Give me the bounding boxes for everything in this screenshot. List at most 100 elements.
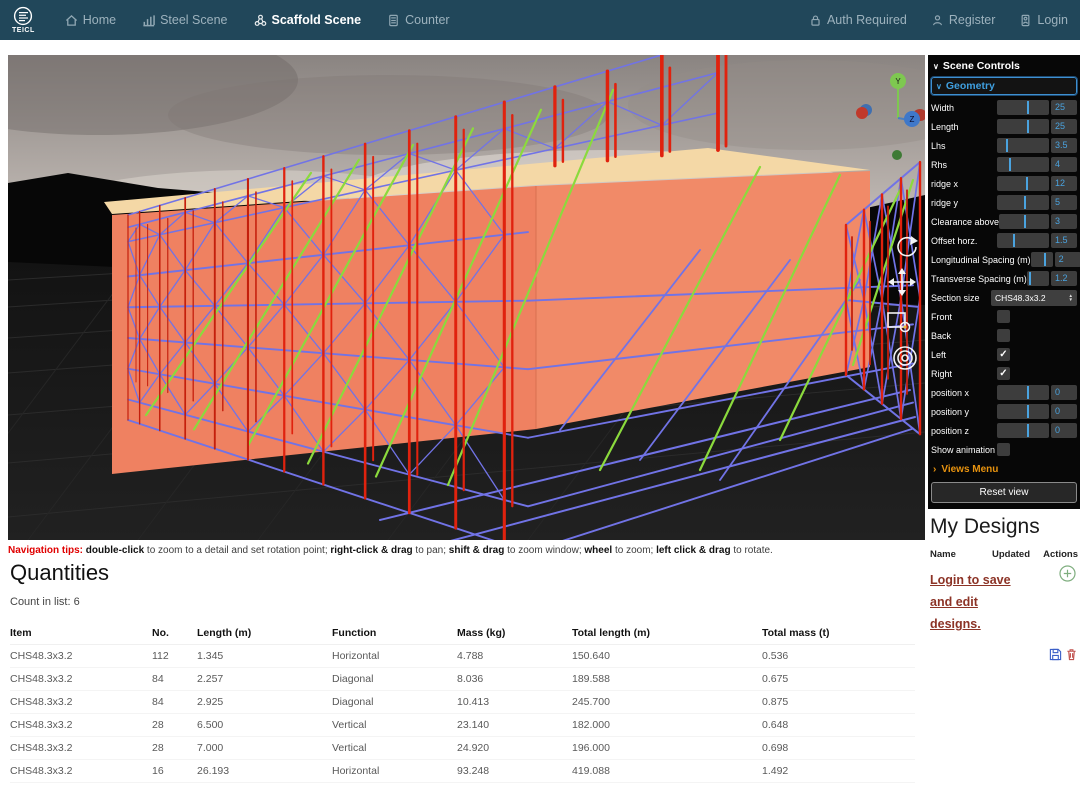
slider-handle[interactable] [1024,215,1026,228]
viewport-3d-canvas[interactable]: Y Z [8,55,925,540]
slider-handle[interactable] [1024,196,1026,209]
slider-row: Rhs 4 [931,156,1077,173]
slider-value-box[interactable]: 2 [1055,252,1080,267]
delete-design-icon[interactable] [1065,648,1078,661]
slider-track[interactable] [997,119,1049,134]
slider-track[interactable] [997,404,1049,419]
counter-icon [387,14,400,27]
slider-value-box[interactable]: 0 [1051,404,1077,419]
slider-track[interactable] [997,233,1049,248]
slider-track[interactable] [997,176,1049,191]
slider-label: Clearance above [931,217,999,227]
nav-label: Auth Required [827,13,907,27]
views-menu-header[interactable]: ›Views Menu [931,460,1077,477]
checkbox[interactable] [997,310,1010,323]
col-mass: Mass (kg) [457,622,572,645]
gizmo-neg-axis-ball[interactable] [856,107,868,119]
slider-value-box[interactable]: 1.2 [1051,271,1077,286]
slider-handle[interactable] [1029,272,1031,285]
slider-value-box[interactable]: 12 [1051,176,1077,191]
slider-value-box[interactable]: 0 [1051,385,1077,400]
slider-track[interactable] [997,138,1049,153]
design-actions [930,648,1078,661]
nav-item-scaffold-scene[interactable]: Scaffold Scene [254,13,362,27]
scene-controls-header[interactable]: ∨Scene Controls [931,57,1077,75]
nav-item-steel-scene[interactable]: Steel Scene [142,13,227,27]
checkbox-label: Show animation [931,445,997,455]
slider-track[interactable] [997,423,1049,438]
chevron-down-icon: ∨ [936,82,942,91]
slider-track[interactable] [1031,252,1053,267]
login-to-save-link[interactable]: Login to save and edit designs. [930,570,1016,636]
slider-handle[interactable] [1044,253,1046,266]
brand-logo[interactable]: TEICL [12,6,35,34]
checkbox-row: Right [931,365,1077,382]
slider-value-box[interactable]: 25 [1051,100,1077,115]
nav-item-counter[interactable]: Counter [387,13,449,27]
show-animation-checkbox[interactable] [997,443,1010,456]
login-icon [1019,14,1032,27]
geometry-sliders: Width 25 Length 25 Lhs 3.5 Rhs 4 ridge x [931,99,1077,287]
slider-track[interactable] [997,385,1049,400]
select-arrows-icon: ▲▼ [1069,294,1073,302]
col-item: Item [10,622,152,645]
slider-value-box[interactable]: 3.5 [1051,138,1077,153]
add-design-icon[interactable] [1059,565,1076,587]
slider-handle[interactable] [1009,158,1011,171]
slider-track[interactable] [997,100,1049,115]
slider-track[interactable] [1027,271,1049,286]
slider-track[interactable] [997,157,1049,172]
chevron-down-icon: ∨ [933,62,939,71]
nav-item-auth-required[interactable]: Auth Required [809,13,907,27]
slider-value-box[interactable]: 0 [1051,423,1077,438]
section-size-select[interactable]: CHS48.3x3.2 ▲▼ [991,290,1077,306]
app-window: TEICL Home Steel Scene Scaffold Scene Co… [0,0,1080,788]
designs-table-header: Name Updated Actions [930,549,1078,560]
slider-track[interactable] [999,214,1049,229]
navigation-tips: Navigation tips: double-click to zoom to… [8,545,920,556]
slider-handle[interactable] [1013,234,1015,247]
tip-segment: wheel [584,545,612,556]
checkbox[interactable] [997,348,1010,361]
totals-row: Totals 1383.016 4.924 [10,783,915,788]
slider-handle[interactable] [1027,120,1029,133]
side-checkboxes: Front Back Left Right [931,308,1077,382]
slider-label: position z [931,426,997,436]
slider-handle[interactable] [1027,405,1029,418]
nav-item-register[interactable]: Register [931,13,996,27]
slider-handle[interactable] [1027,386,1029,399]
gizmo-bottom-ball[interactable] [892,150,902,160]
tip-segment: to zoom; [612,545,656,556]
slider-row: Offset horz. 1.5 [931,232,1077,249]
steel-scene-icon [142,14,155,27]
brand-text: TEICL [12,27,35,34]
nav-label: Register [949,13,996,27]
tip-segment: left click & drag [656,545,730,556]
slider-handle[interactable] [1026,177,1028,190]
my-designs-section: My Designs Name Updated Actions Login to… [928,509,1080,665]
reset-view-button[interactable]: Reset view [931,482,1077,503]
slider-handle[interactable] [1006,139,1008,152]
slider-track[interactable] [997,195,1049,210]
nav-label: Login [1037,13,1068,27]
slider-row: Lhs 3.5 [931,137,1077,154]
quantities-section: Quantities Count in list: 6 Item No. Len… [10,560,915,788]
geometry-section-header[interactable]: ∨Geometry [931,77,1077,95]
slider-value-box[interactable]: 4 [1051,157,1077,172]
slider-handle[interactable] [1027,101,1029,114]
slider-value-box[interactable]: 25 [1051,119,1077,134]
nav-item-login[interactable]: Login [1019,13,1068,27]
slider-row: position z 0 [931,422,1077,439]
col-actions: Actions [1040,549,1078,560]
slider-handle[interactable] [1027,424,1029,437]
checkbox[interactable] [997,329,1010,342]
slider-value-box[interactable]: 3 [1051,214,1077,229]
slider-label: position x [931,388,997,398]
nav-item-home[interactable]: Home [65,13,116,27]
slider-value-box[interactable]: 5 [1051,195,1077,210]
checkbox[interactable] [997,367,1010,380]
slider-value-box[interactable]: 1.5 [1051,233,1077,248]
save-design-icon[interactable] [1049,648,1062,661]
slider-row: position y 0 [931,403,1077,420]
tip-segment: to pan; [413,545,449,556]
